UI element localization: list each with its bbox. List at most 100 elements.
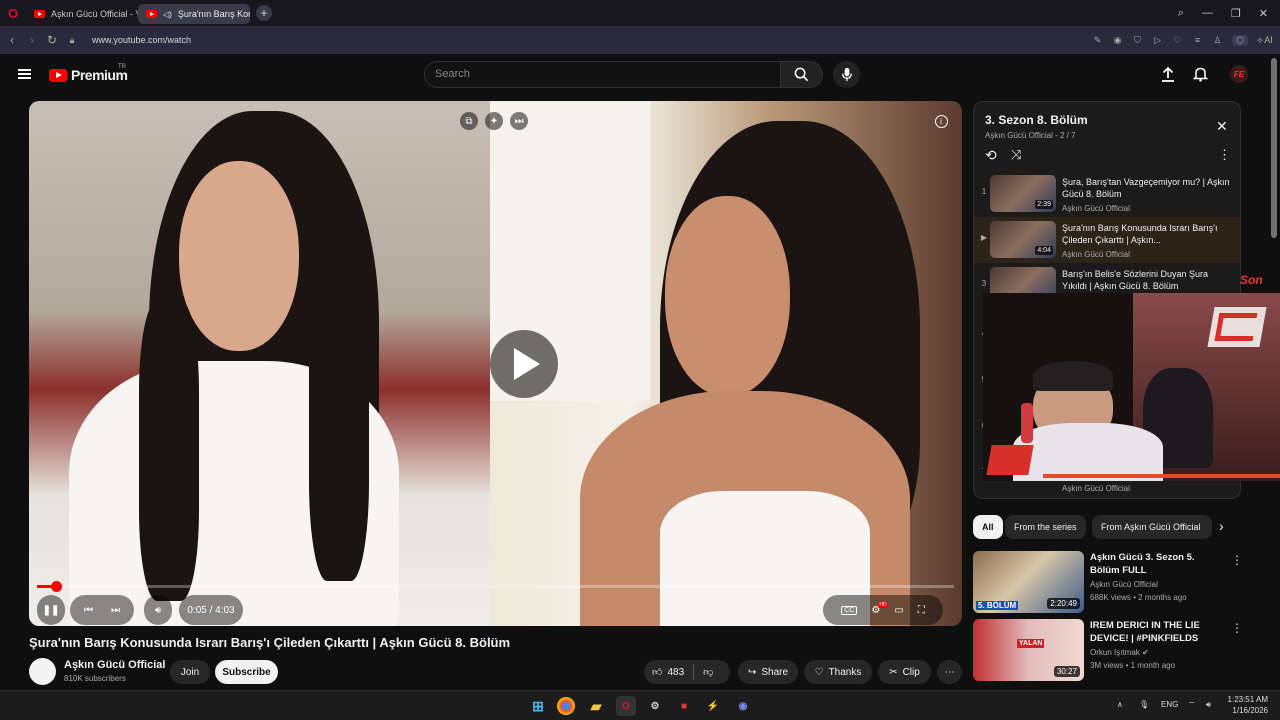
- playlist-item-number: 3: [981, 279, 987, 288]
- playlist-menu-button[interactable]: ⋮: [1218, 147, 1231, 163]
- subscribe-button[interactable]: Subscribe: [215, 660, 278, 684]
- youtube-favicon-icon: [146, 10, 157, 18]
- extension-icon[interactable]: ⬡: [1232, 34, 1249, 46]
- shuffle-button[interactable]: ⤨: [1011, 147, 1021, 163]
- clock-date: 1/16/2026: [1232, 706, 1268, 715]
- play-button[interactable]: [490, 330, 558, 398]
- browser-tab-2[interactable]: ◁) Şura'nın Barış Konusunda: [138, 4, 250, 24]
- info-button[interactable]: i: [932, 112, 950, 130]
- fullscreen-button[interactable]: ⛶: [918, 605, 925, 616]
- join-button[interactable]: Join: [170, 660, 210, 684]
- more-actions-button[interactable]: ⋯: [937, 660, 962, 684]
- captions-button[interactable]: CC: [841, 605, 858, 615]
- chip-from-series[interactable]: From the series: [1005, 515, 1086, 539]
- loop-button[interactable]: ⟲: [985, 147, 997, 164]
- sparkle-icon: ✦: [489, 115, 499, 127]
- chip-from-channel[interactable]: From Aşkın Gücü Official: [1092, 515, 1212, 539]
- skip-button[interactable]: ⏭: [510, 112, 528, 130]
- tab-label: Şura'nın Barış Konusunda: [177, 9, 250, 19]
- playlist-item[interactable]: 1 2:39 Şura, Barış'tan Vazgeçemiyor mu? …: [974, 171, 1240, 217]
- playlist-item-current[interactable]: ▶ 4:04 Şura'nın Barış Konusunda Israrı B…: [974, 217, 1240, 263]
- recommendation-item[interactable]: YALAN 30:27 IREM DERICI IN THE LIE DEVIC…: [973, 619, 1273, 683]
- page-scrollbar[interactable]: [1271, 58, 1277, 238]
- mic-tray-icon[interactable]: 🎙︎: [1139, 700, 1149, 709]
- thanks-button[interactable]: ♡ Thanks: [804, 660, 872, 684]
- start-button[interactable]: ⊞: [528, 696, 548, 716]
- tab-label: Aşkın Gücü Official - YouTube: [51, 9, 138, 19]
- chip-all[interactable]: All: [973, 515, 1003, 539]
- recommendation-thumbnail: 5. BÖLÜM 2:20:49: [973, 551, 1084, 613]
- play-icon[interactable]: ▷: [1152, 35, 1163, 46]
- video-player[interactable]: ⧉ ✦ ⏭ i ❚❚ ⏮ ⏭ 🔊︎ 0:05 / 4:03 CC ⚙ HD ▭ ⛶: [29, 101, 962, 626]
- language-indicator[interactable]: ENG: [1161, 700, 1178, 709]
- settings-button[interactable]: ⚙ HD: [871, 601, 888, 616]
- search-tabs-icon[interactable]: ⌕: [1178, 7, 1184, 20]
- recommendation-menu-button[interactable]: ⋮: [1231, 621, 1243, 635]
- mute-button[interactable]: 🔊︎: [144, 595, 172, 625]
- back-button[interactable]: ‹: [2, 33, 22, 47]
- shield-icon[interactable]: ⛉: [1132, 35, 1143, 46]
- autoplay-enhance-button[interactable]: ✦: [485, 112, 503, 130]
- recommendation-menu-button[interactable]: ⋮: [1231, 553, 1243, 567]
- reload-button[interactable]: ↻: [42, 33, 62, 47]
- camera-icon[interactable]: ◉: [1112, 35, 1123, 46]
- maximize-button[interactable]: ❐: [1231, 7, 1241, 20]
- close-playlist-button[interactable]: ✕: [1216, 118, 1228, 135]
- clip-button[interactable]: ✂ Clip: [878, 660, 931, 684]
- duration: 2:20:49: [1047, 598, 1080, 609]
- file-explorer-icon[interactable]: ▰: [586, 696, 606, 716]
- menu-icon[interactable]: [18, 69, 31, 79]
- recommendation-title: IREM DERICI IN THE LIE DEVICE! | #PINKFI…: [1090, 620, 1200, 644]
- new-tab-button[interactable]: +: [256, 5, 272, 21]
- dislike-button[interactable]: 👎︎: [703, 666, 713, 678]
- pause-button[interactable]: ❚❚: [37, 595, 65, 625]
- playlist-title[interactable]: 3. Sezon 8. Bölüm: [985, 113, 1088, 127]
- yellow-app-icon[interactable]: ⚡: [703, 696, 723, 716]
- miniplayer-button[interactable]: ⧉: [460, 112, 478, 130]
- upload-button[interactable]: [1158, 64, 1178, 84]
- previous-button[interactable]: ⏮: [84, 605, 93, 616]
- search-input[interactable]: Search: [424, 61, 781, 88]
- youtube-favicon-icon: [34, 10, 45, 18]
- search-button[interactable]: [781, 61, 823, 88]
- profile-icon[interactable]: ♙: [1212, 35, 1223, 46]
- opera-taskbar-icon[interactable]: O: [616, 696, 636, 716]
- edit-icon[interactable]: ✎: [1092, 35, 1103, 46]
- opera-logo-icon[interactable]: O: [0, 0, 26, 26]
- recommendation-meta: 3M views • 1 month ago: [1090, 661, 1176, 670]
- wifi-icon[interactable]: ⌔: [1188, 700, 1196, 710]
- browser-tab-1[interactable]: Aşkın Gücü Official - YouTube: [26, 4, 138, 24]
- close-window-button[interactable]: ✕: [1259, 7, 1268, 20]
- url-text[interactable]: www.youtube.com/watch: [92, 35, 191, 45]
- tray-expand-icon[interactable]: ∧: [1117, 700, 1123, 709]
- channel-avatar[interactable]: [29, 658, 56, 685]
- heart-icon[interactable]: ♡: [1172, 35, 1183, 46]
- forward-button[interactable]: ›: [22, 33, 42, 47]
- notifications-button[interactable]: [1190, 64, 1210, 84]
- close-icon: ✕: [1216, 118, 1228, 134]
- volume-tray-icon[interactable]: 🔊︎: [1206, 700, 1211, 710]
- account-avatar[interactable]: FE: [1229, 64, 1249, 84]
- prev-next-controls: ⏮ ⏭: [70, 595, 134, 625]
- recommendation-item[interactable]: 5. BÖLÜM 2:20:49 Aşkın Gücü 3. Sezon 5. …: [973, 551, 1273, 615]
- channel-name[interactable]: Aşkın Gücü Official: [64, 659, 165, 671]
- minimize-button[interactable]: —: [1202, 7, 1213, 19]
- share-button[interactable]: ↪ Share: [738, 660, 798, 684]
- like-button[interactable]: 👍︎ 483: [652, 666, 684, 679]
- app-icon[interactable]: ⚙: [645, 696, 665, 716]
- red-app-icon[interactable]: ■: [674, 696, 694, 716]
- voice-search-button[interactable]: [833, 61, 860, 88]
- clock[interactable]: 1:23:51 AM 1/16/2026: [1226, 695, 1268, 715]
- video-frame-right: [490, 101, 962, 626]
- next-button[interactable]: ⏭: [111, 605, 120, 616]
- ai-button[interactable]: ⟡AI: [1257, 35, 1274, 46]
- address-bar-icons: ✎ ◉ ⛉ ▷ ♡ ≡ ♙ ⬡ ⟡AI: [1092, 26, 1280, 54]
- chips-next-button[interactable]: ›: [1219, 518, 1224, 534]
- youtube-premium-logo[interactable]: Premium TR: [49, 64, 128, 83]
- chrome-icon[interactable]: [557, 697, 575, 715]
- playlist-subtitle: Aşkın Gücü Official - 2 / 7: [985, 131, 1076, 140]
- theater-mode-button[interactable]: ▭: [894, 605, 903, 616]
- discord-icon[interactable]: ◉: [733, 696, 753, 716]
- progress-bar[interactable]: [37, 581, 954, 592]
- list-icon[interactable]: ≡: [1192, 35, 1203, 45]
